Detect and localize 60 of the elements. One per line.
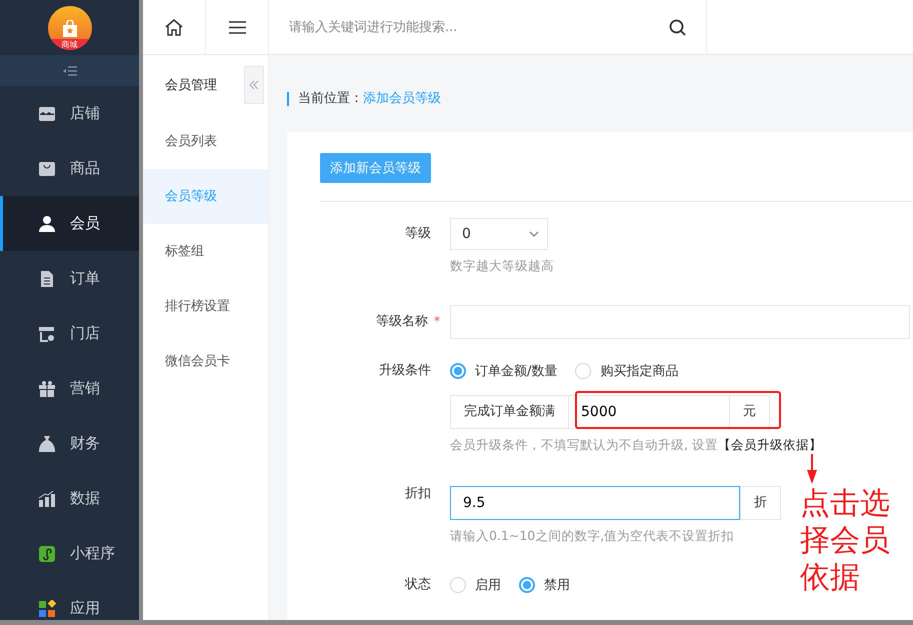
level-name-field[interactable]	[450, 305, 910, 339]
bar-chart-icon	[38, 490, 56, 508]
upgrade-basis-link[interactable]: 【会员升级依据】	[718, 437, 822, 452]
mini-program-icon	[38, 544, 56, 562]
nav-item[interactable]: 会员	[0, 196, 139, 251]
radio-option[interactable]: 禁用	[519, 576, 570, 594]
store-icon	[38, 324, 56, 342]
nav-item[interactable]: 应用	[0, 581, 139, 620]
radio-button[interactable]	[575, 363, 592, 379]
radio-option[interactable]: 购买指定商品	[575, 362, 678, 380]
level-select[interactable]: 0	[450, 218, 548, 250]
double-chevron-icon	[249, 80, 259, 90]
input-suffix: 折	[740, 486, 781, 520]
radio-button[interactable]	[450, 363, 466, 379]
document-icon	[38, 270, 56, 288]
collapse-icon[interactable]	[62, 66, 78, 76]
submenu-item[interactable]: 标签组	[143, 224, 268, 279]
annotation-arrow	[806, 454, 818, 484]
shop-icon	[38, 104, 56, 122]
radio-button[interactable]	[519, 577, 535, 593]
field-label: 状态	[404, 576, 432, 594]
nav-item[interactable]: 门店	[0, 306, 139, 361]
nav-item[interactable]: 小程序	[0, 526, 139, 581]
hint-text: 请输入0.1~10之间的数字,值为空代表不设置折扣	[450, 528, 736, 545]
field-label: 折扣	[404, 485, 432, 503]
hint-text: 会员升级条件，不填写默认为不自动升级, 设置【会员升级依据】	[450, 437, 822, 454]
money-bag-icon	[38, 434, 56, 452]
apps-icon	[38, 600, 56, 618]
field-label: 等级名称	[376, 314, 428, 329]
radio-button[interactable]	[450, 577, 466, 593]
field-label: 等级	[404, 225, 432, 243]
required-mark: *	[434, 314, 440, 328]
nav-item[interactable]: 营销	[0, 361, 139, 416]
discount-field[interactable]: 9.5	[450, 486, 740, 520]
chevron-down-icon	[529, 231, 539, 237]
breadcrumb-label: 当前位置：	[298, 91, 363, 106]
nav-item[interactable]: 订单	[0, 251, 139, 306]
nav-item[interactable]: 店铺	[0, 86, 139, 141]
amount-field[interactable]: 5000	[569, 395, 729, 429]
submenu-item[interactable]: 会员列表	[143, 114, 268, 169]
home-icon	[165, 18, 183, 36]
submenu-item[interactable]: 微信会员卡	[143, 334, 268, 389]
annotation-text: 点击选择会员依据	[800, 485, 891, 596]
submenu-item[interactable]: 排行榜设置	[143, 279, 268, 334]
bag-icon	[38, 160, 56, 178]
nav-item[interactable]: 数据	[0, 471, 139, 526]
radio-option[interactable]: 订单金额/数量	[450, 362, 558, 380]
user-icon	[38, 214, 56, 232]
hint-text: 数字越大等级越高	[450, 258, 554, 275]
input-suffix: 元	[729, 395, 770, 429]
collapse-button[interactable]	[244, 66, 264, 104]
menu-icon	[228, 20, 246, 34]
radio-option[interactable]: 启用	[450, 576, 501, 594]
nav-item[interactable]: 财务	[0, 416, 139, 471]
nav-item[interactable]: 商品	[0, 141, 139, 196]
search-icon[interactable]	[669, 18, 686, 36]
gift-icon	[38, 380, 56, 398]
input-prefix: 完成订单金额满	[450, 395, 569, 429]
field-label: 升级条件	[378, 362, 432, 380]
submenu-title: 会员管理	[165, 76, 217, 94]
